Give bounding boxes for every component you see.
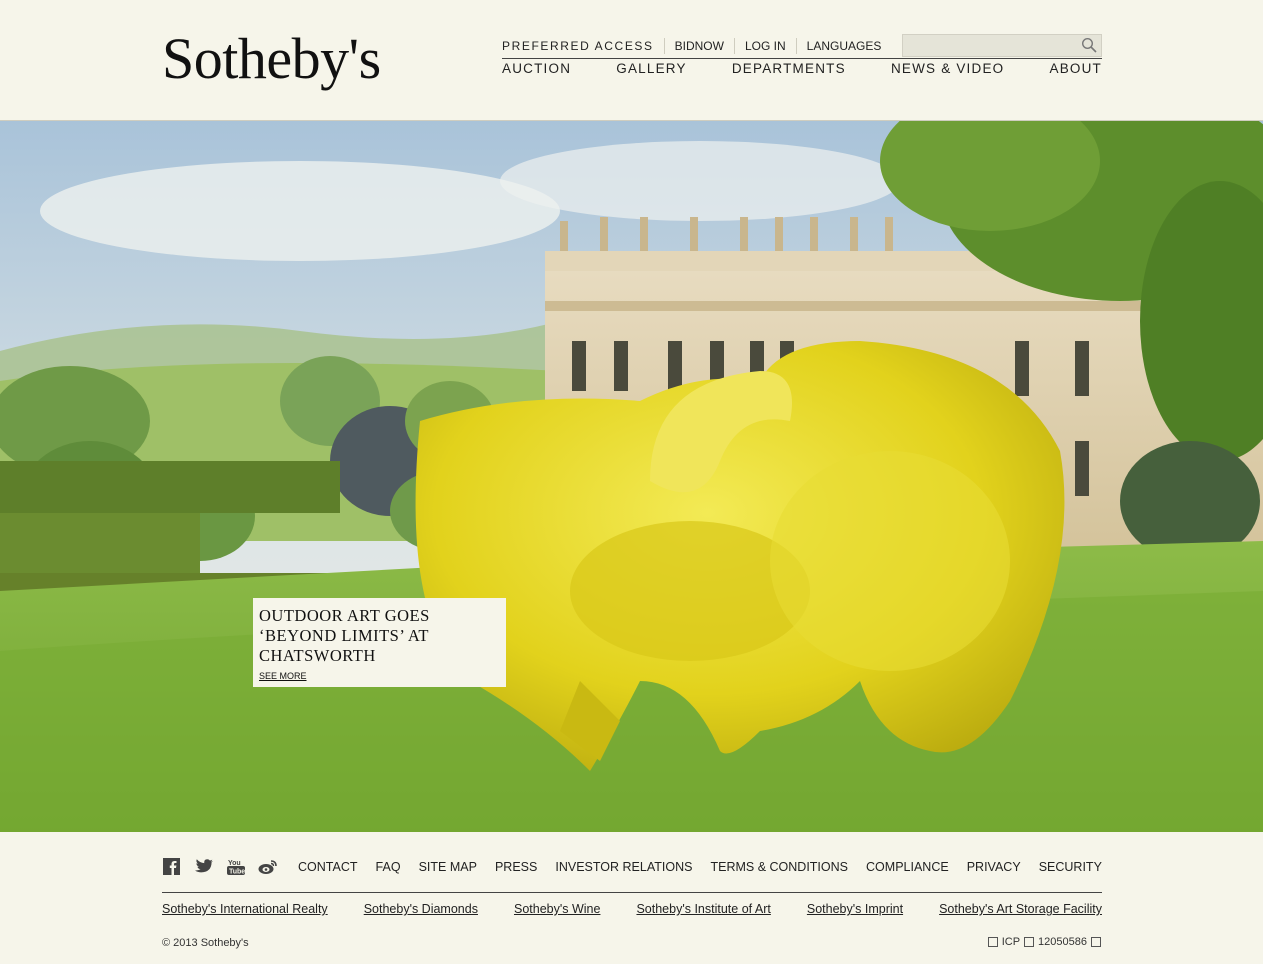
copyright-text: © 2013 Sotheby's — [162, 937, 249, 949]
hero-banner[interactable]: OUTDOOR ART GOES ‘BEYOND LIMITS’ AT CHAT… — [0, 120, 1263, 833]
footer-terms[interactable]: TERMS & CONDITIONS — [710, 860, 848, 874]
svg-text:You: You — [228, 860, 241, 867]
icp-box-1 — [987, 937, 998, 947]
nav-divider — [502, 58, 1102, 59]
footer-press[interactable]: PRESS — [495, 860, 537, 874]
sothebys-logo[interactable]: Sotheby's — [162, 24, 381, 94]
hero-caption-title[interactable]: OUTDOOR ART GOES ‘BEYOND LIMITS’ AT CHAT… — [259, 606, 500, 666]
footer-faq[interactable]: FAQ — [376, 860, 401, 874]
svg-text:Tube: Tube — [229, 869, 245, 876]
brand-links: Sotheby's International Realty Sotheby's… — [162, 902, 1102, 916]
footer-investor-relations[interactable]: INVESTOR RELATIONS — [555, 860, 692, 874]
see-more-link[interactable]: SEE MORE — [259, 671, 307, 681]
brand-link-realty[interactable]: Sotheby's International Realty — [162, 902, 328, 916]
twitter-icon[interactable] — [194, 858, 214, 876]
brand-link-diamonds[interactable]: Sotheby's Diamonds — [364, 902, 478, 916]
search-box — [902, 34, 1102, 57]
languages-link[interactable]: LANGUAGES — [795, 38, 892, 54]
footer-security[interactable]: SECURITY — [1039, 860, 1102, 874]
social-links: You Tube — [162, 858, 278, 876]
nav-departments[interactable]: DEPARTMENTS — [732, 61, 846, 76]
brand-link-imprint[interactable]: Sotheby's Imprint — [807, 902, 903, 916]
utility-nav: PREFERRED ACCESS BIDNOW LOG IN LANGUAGES — [502, 36, 891, 56]
icp-label: ICP — [1001, 936, 1021, 948]
footer-contact[interactable]: CONTACT — [298, 860, 358, 874]
icp-box-2 — [1024, 937, 1035, 947]
icp-box-3 — [1091, 937, 1101, 947]
footer-links: CONTACT FAQ SITE MAP PRESS INVESTOR RELA… — [298, 860, 1102, 874]
brand-link-wine[interactable]: Sotheby's Wine — [514, 902, 600, 916]
bidnow-link[interactable]: BIDNOW — [663, 38, 734, 54]
brand-link-storage[interactable]: Sotheby's Art Storage Facility — [939, 902, 1102, 916]
search-input[interactable] — [903, 35, 1085, 54]
footer-divider — [162, 892, 1102, 893]
footer-site-map[interactable]: SITE MAP — [419, 860, 477, 874]
icp-number: 12050586 — [1038, 936, 1087, 948]
footer-compliance[interactable]: COMPLIANCE — [866, 860, 949, 874]
preferred-access-link[interactable]: PREFERRED ACCESS — [502, 38, 664, 54]
nav-gallery[interactable]: GALLERY — [616, 61, 686, 76]
nav-about[interactable]: ABOUT — [1049, 61, 1102, 76]
nav-auction[interactable]: AUCTION — [502, 61, 571, 76]
site-footer: You Tube CONTACT FAQ SITE MAP PRESS INVE… — [0, 832, 1263, 964]
nav-news-video[interactable]: NEWS & VIDEO — [891, 61, 1004, 76]
footer-privacy[interactable]: PRIVACY — [967, 860, 1021, 874]
login-link[interactable]: LOG IN — [733, 38, 796, 54]
brand-link-institute[interactable]: Sotheby's Institute of Art — [636, 902, 770, 916]
icp-info: ICP 12050586 — [987, 936, 1101, 948]
hero-caption: OUTDOOR ART GOES ‘BEYOND LIMITS’ AT CHAT… — [253, 598, 506, 687]
hero-image — [0, 121, 1263, 833]
main-nav: AUCTION GALLERY DEPARTMENTS NEWS & VIDEO… — [502, 61, 1102, 76]
weibo-icon[interactable] — [258, 858, 278, 876]
search-icon[interactable] — [1081, 37, 1097, 53]
site-header: Sotheby's PREFERRED ACCESS BIDNOW LOG IN… — [0, 0, 1263, 120]
facebook-icon[interactable] — [162, 858, 182, 876]
youtube-icon[interactable]: You Tube — [226, 858, 246, 876]
